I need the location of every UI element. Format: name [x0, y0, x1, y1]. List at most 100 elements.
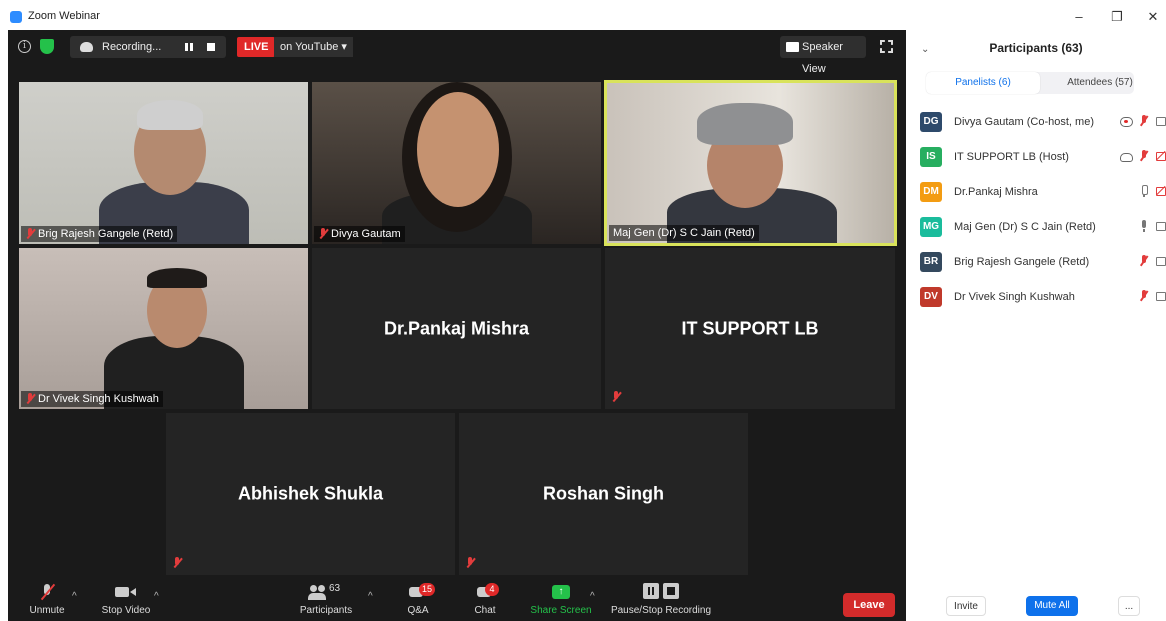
security-shield-icon[interactable]	[40, 39, 54, 54]
window-title: Zoom Webinar	[28, 10, 100, 22]
participant-name: Maj Gen (Dr) S C Jain (Retd)	[954, 221, 1096, 233]
cloud-record-icon	[80, 42, 93, 52]
participant-row[interactable]: BR Brig Rajesh Gangele (Retd)	[920, 248, 1166, 283]
mic-icon[interactable]	[1138, 185, 1150, 197]
pause-stop-recording-button[interactable]: Pause/Stop Recording	[608, 577, 714, 621]
camera-off-icon[interactable]	[1156, 185, 1166, 197]
tab-panelists[interactable]: Panelists (6)	[926, 72, 1040, 94]
participant-name-tag: Dr Vivek Singh Kushwah	[21, 391, 163, 407]
participant-name: Maj Gen (Dr) S C Jain (Retd)	[613, 227, 755, 239]
tab-attendees[interactable]: Attendees (57)	[1040, 72, 1160, 94]
video-tile-brig-rajesh[interactable]: Brig Rajesh Gangele (Retd)	[19, 82, 308, 244]
info-icon[interactable]: i	[18, 40, 31, 53]
participant-row[interactable]: MG Maj Gen (Dr) S C Jain (Retd)	[920, 213, 1166, 248]
participants-options-caret-icon[interactable]: ^	[368, 591, 373, 602]
participant-name: Dr Vivek Singh Kushwah	[954, 291, 1075, 303]
pause-recording-icon[interactable]	[185, 43, 193, 51]
participant-name: IT SUPPORT LB (Host)	[954, 151, 1069, 163]
meeting-toolbar: Unmute ^ Stop Video ^ 63 Participants ^	[8, 577, 906, 621]
mic-muted-icon[interactable]	[1138, 115, 1150, 127]
camera-off-icon[interactable]	[1156, 150, 1166, 162]
mic-muted-icon[interactable]	[1138, 255, 1150, 267]
meeting-top-bar: i Recording... LIVE on YouTube ▾ Speaker…	[8, 32, 906, 75]
share-options-caret-icon[interactable]: ^	[590, 591, 595, 602]
video-tile-vivek-kushwah[interactable]: Dr Vivek Singh Kushwah	[19, 248, 308, 409]
camera-icon[interactable]	[1156, 220, 1166, 232]
mute-all-button[interactable]: Mute All	[1026, 596, 1078, 616]
recording-pill: Recording...	[70, 36, 226, 58]
invite-button[interactable]: Invite	[946, 596, 986, 616]
video-tile-abhishek-shukla[interactable]: Abhishek Shukla	[166, 413, 455, 575]
chat-badge: 4	[485, 583, 499, 596]
share-screen-button[interactable]: ↑ Share Screen	[528, 577, 594, 621]
zoom-app-icon	[10, 11, 22, 23]
close-button[interactable]: ✕	[1138, 7, 1166, 27]
video-tile-it-support[interactable]: IT SUPPORT LB	[605, 248, 895, 409]
speaker-view-label: Speaker View	[802, 41, 843, 75]
camera-icon[interactable]	[1156, 255, 1166, 267]
avatar: IS	[920, 147, 942, 167]
share-screen-icon: ↑	[552, 583, 570, 601]
participants-button[interactable]: 63 Participants	[296, 577, 356, 621]
participant-name: Roshan Singh	[543, 483, 664, 504]
participant-row[interactable]: IS IT SUPPORT LB (Host)	[920, 143, 1166, 178]
participant-name: Dr.Pankaj Mishra	[383, 318, 530, 338]
participants-count: 63	[329, 583, 341, 594]
participants-icon: 63	[306, 583, 346, 601]
qa-button[interactable]: 15 Q&A	[400, 577, 436, 621]
panel-footer: Invite Mute All ...	[906, 596, 1166, 621]
participants-panel: ⌄ Participants (63) Panelists (6) Attend…	[906, 30, 1166, 621]
participant-tabs: Panelists (6) Attendees (57)	[926, 72, 1134, 94]
participant-name-tag: Brig Rajesh Gangele (Retd)	[21, 226, 178, 242]
muted-mic-icon	[318, 228, 328, 240]
mic-muted-icon	[38, 583, 56, 601]
maximize-button[interactable]: ❐	[1102, 7, 1132, 27]
muted-mic-icon	[25, 228, 35, 240]
stop-video-button[interactable]: Stop Video	[96, 577, 156, 621]
participant-name: Dr Vivek Singh Kushwah	[38, 393, 159, 405]
panel-title: Participants (63)	[989, 41, 1083, 55]
mic-muted-icon[interactable]	[1138, 290, 1150, 302]
participant-name: Dr.Pankaj Mishra	[954, 186, 1038, 198]
camera-icon[interactable]	[1156, 290, 1166, 302]
live-stream-dropdown[interactable]: on YouTube ▾	[274, 37, 353, 57]
participant-name-tag: Maj Gen (Dr) S C Jain (Retd)	[609, 225, 759, 241]
participant-name: Brig Rajesh Gangele (Retd)	[38, 228, 174, 240]
avatar: MG	[920, 217, 942, 237]
participant-row[interactable]: DM Dr.Pankaj Mishra	[920, 178, 1166, 213]
video-options-caret-icon[interactable]: ^	[154, 591, 159, 602]
audio-options-caret-icon[interactable]: ^	[72, 591, 77, 602]
muted-mic-icon	[172, 557, 182, 569]
mic-muted-icon[interactable]	[1138, 150, 1150, 162]
speaker-view-button[interactable]: Speaker View	[780, 36, 866, 75]
zoom-window: Zoom Webinar – ❐ ✕ i Recording... LIVE o…	[0, 0, 1166, 621]
unmute-button[interactable]: Unmute	[22, 577, 72, 621]
cloud-icon	[1120, 150, 1133, 162]
fullscreen-icon[interactable]	[880, 40, 893, 53]
stop-recording-icon[interactable]	[207, 43, 215, 51]
live-badge[interactable]: LIVE	[237, 37, 276, 57]
pause-stop-icon	[641, 583, 681, 601]
participant-row[interactable]: DG Divya Gautam (Co-host, me)	[920, 108, 1166, 143]
avatar: DM	[920, 182, 942, 202]
video-tile-maj-gen-jain[interactable]: Maj Gen (Dr) S C Jain (Retd)	[604, 80, 897, 246]
chat-button[interactable]: 4 Chat	[470, 577, 500, 621]
muted-mic-icon	[25, 393, 35, 405]
participant-name: Divya Gautam (Co-host, me)	[954, 116, 1094, 128]
video-tile-divya-gautam[interactable]: Divya Gautam	[312, 82, 601, 244]
video-tile-roshan-singh[interactable]: Roshan Singh	[459, 413, 748, 575]
minimize-button[interactable]: –	[1064, 7, 1094, 27]
participant-list: DG Divya Gautam (Co-host, me) IS IT SUPP…	[920, 108, 1166, 318]
participant-name: IT SUPPORT LB	[681, 318, 819, 338]
leave-button[interactable]: Leave	[843, 593, 895, 617]
more-options-button[interactable]: ...	[1118, 596, 1140, 616]
muted-mic-icon	[465, 557, 475, 569]
camera-icon[interactable]	[1156, 115, 1166, 127]
title-bar: Zoom Webinar – ❐ ✕	[0, 0, 1166, 30]
mic-active-icon[interactable]	[1138, 220, 1150, 232]
video-tile-pankaj-mishra[interactable]: Dr.Pankaj Mishra	[312, 248, 601, 409]
participant-name: Abhishek Shukla	[237, 483, 384, 504]
recording-icon	[1120, 115, 1133, 127]
qa-badge: 15	[419, 583, 436, 596]
participant-row[interactable]: DV Dr Vivek Singh Kushwah	[920, 283, 1166, 318]
